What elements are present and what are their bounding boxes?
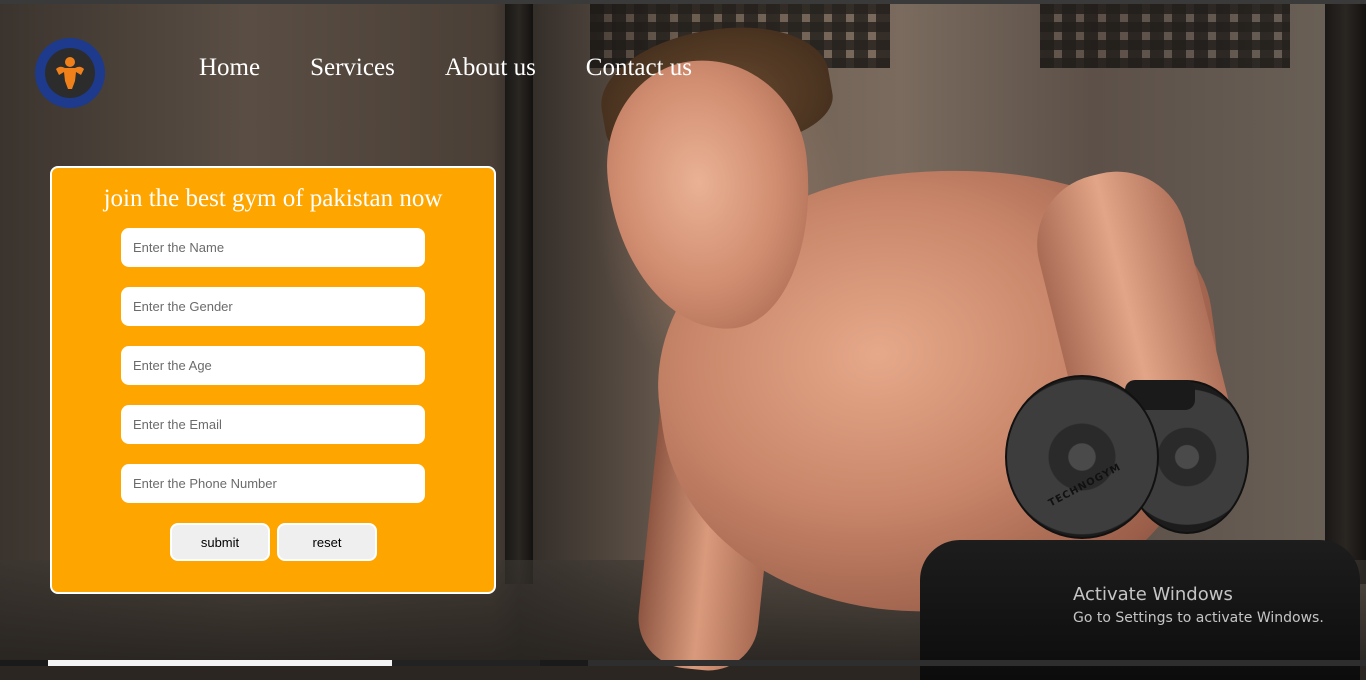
main-nav: Home Services About us Contact us xyxy=(199,52,692,84)
reset-button[interactable]: reset xyxy=(277,523,377,561)
next-section-card xyxy=(48,660,392,666)
bodybuilder-logo-icon xyxy=(56,57,84,89)
watermark-title: Activate Windows xyxy=(1073,584,1233,605)
next-section-panel xyxy=(588,660,1366,666)
name-input[interactable] xyxy=(121,228,425,267)
logo-inner-circle xyxy=(45,48,95,98)
gender-input[interactable] xyxy=(121,287,425,326)
form-title: join the best gym of pakistan now xyxy=(103,185,443,212)
form-fields xyxy=(121,228,425,523)
age-input[interactable] xyxy=(121,346,425,385)
form-actions: submit reset xyxy=(170,523,377,561)
email-input[interactable] xyxy=(121,405,425,444)
phone-number-input[interactable] xyxy=(121,464,425,503)
nav-link-services[interactable]: Services xyxy=(310,52,395,84)
nav-link-home[interactable]: Home xyxy=(199,52,260,84)
gym-logo[interactable] xyxy=(35,38,105,108)
next-section-panel xyxy=(392,660,540,666)
activate-windows-watermark: Activate Windows Go to Settings to activ… xyxy=(1073,584,1324,628)
watermark-subtitle: Go to Settings to activate Windows. xyxy=(1073,610,1324,626)
nav-link-about-us[interactable]: About us xyxy=(445,52,536,84)
nav-link-contact-us[interactable]: Contact us xyxy=(586,52,692,84)
join-form-card: join the best gym of pakistan now submit… xyxy=(50,166,496,594)
athlete-photo: TECHNOGYM xyxy=(540,10,1360,680)
submit-button[interactable]: submit xyxy=(170,523,270,561)
background-pillar xyxy=(505,4,533,584)
